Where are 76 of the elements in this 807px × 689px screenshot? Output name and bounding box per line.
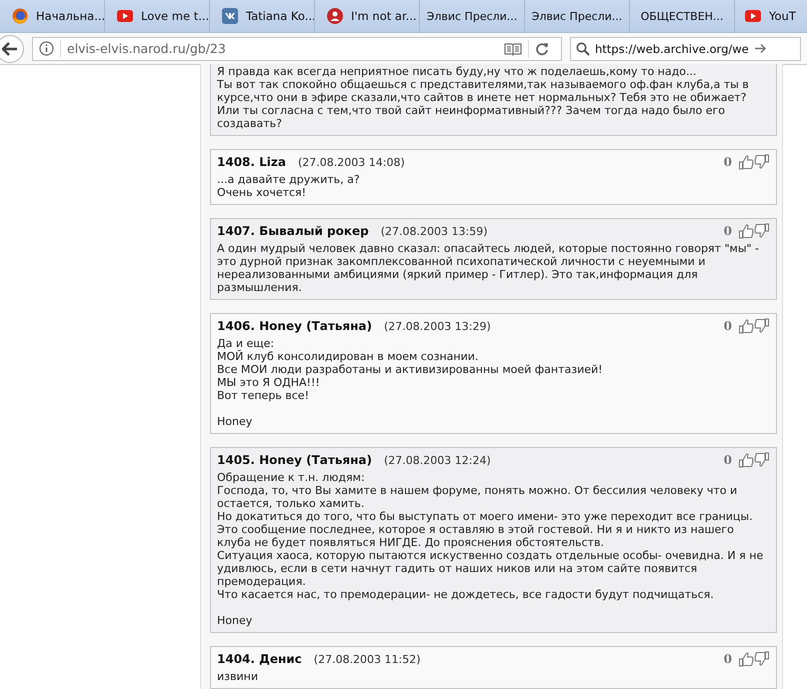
- comment-text: это дурной признак закомплексованной психопатической личности с неуемными и: [217, 255, 706, 268]
- thumbs-down-icon[interactable]: [754, 154, 770, 170]
- play-icon: [745, 10, 761, 22]
- comment-date: (27.08.2003 12:24): [384, 454, 491, 466]
- comment-date: (27.08.2003 13:59): [380, 224, 488, 238]
- comment-text: создавать?: [217, 117, 283, 130]
- browser-tab[interactable]: Элвис Пресли...: [420, 0, 525, 32]
- comment-text: остается, только хамить.: [217, 497, 366, 510]
- comment-text: Это сообщение последнее, которое я оставляю в этой гостевой. Ни я и никто из нашего: [217, 523, 735, 536]
- comment-text: извини: [217, 670, 259, 683]
- comment-author: 1407. Бывалый рокер: [217, 224, 369, 238]
- comment-text: удивлюсь, если в сети начнут гадить от наших ников или на этом сайте появится: [217, 562, 698, 575]
- comment-text: А один мудрый человек давно сказал: опасайтесь людей, которые постоянно говорят "мы" -: [217, 242, 760, 255]
- comment-text: клуба не будет появляться НИГДЕ. До прояснения обстоятельств.: [217, 536, 605, 549]
- signature-text: Honey: [217, 415, 254, 428]
- comment-text: Ты вот так спокойно общаешься с представителями,так называемого оф.фан клуба,а ты в: [217, 78, 750, 91]
- avatar-icon: [327, 8, 343, 24]
- rating-count: 0: [724, 156, 732, 168]
- address-bar[interactable]: elvis-elvis.narod.ru/gb/23: [32, 36, 562, 60]
- thumbs-down-icon[interactable]: [754, 223, 770, 239]
- comment-author: 1405. Honey (Татьяна): [217, 454, 372, 466]
- thumbs-down-icon[interactable]: [754, 318, 770, 334]
- thumbs-up-icon[interactable]: [738, 651, 754, 667]
- thumbs-down-icon[interactable]: [754, 651, 770, 667]
- back-button[interactable]: [0, 34, 24, 62]
- rating-count: 0: [724, 652, 732, 666]
- reader-view-icon[interactable]: [504, 42, 522, 56]
- browser-tab[interactable]: ОБЩЕСТВЕН...: [630, 0, 735, 32]
- rating-count: 0: [724, 320, 732, 332]
- address-text: elvis-elvis.narod.ru/gb/23: [67, 41, 227, 56]
- comment-text: размышления.: [217, 281, 303, 294]
- thumbs-up-icon[interactable]: [738, 223, 754, 239]
- browser-tab[interactable]: Элвис Пресли...: [525, 0, 630, 32]
- thumbs-up-icon[interactable]: [738, 318, 754, 334]
- comment-text: Или ты согласна с тем,что твой сайт неинформативный??? Зачем тогда надо было его: [217, 104, 726, 117]
- comment-text: Все МОИ люди разработаны и активизированны моей фантазией!: [217, 363, 604, 376]
- browser-tab[interactable]: Love me t...: [105, 0, 210, 32]
- vk-icon: [222, 8, 238, 24]
- comment-date: (27.08.2003 14:08): [298, 156, 405, 168]
- comment-text: Господа, то, что Вы хамите в нашем форуме, понять можно. От бессилия человеку что и: [217, 484, 738, 497]
- browser-logo-icon: [12, 8, 28, 24]
- comment-text: ...а давайте дружить, а?: [217, 173, 361, 186]
- comment-text: Очень хочется!: [217, 186, 308, 199]
- comment-text: курсе,что они в эфире сказали,что сайтов в инете нет нормальных? Тебя это не обижает?: [217, 91, 748, 104]
- comment-text: Вот теперь все!: [217, 389, 310, 402]
- comment-author: 1404. Денис: [217, 652, 302, 666]
- signature-text: Honey: [217, 614, 254, 627]
- go-arrow-icon[interactable]: [754, 43, 767, 54]
- search-icon: [576, 42, 590, 56]
- comment-text: МОЙ клуб консолидирован в моем сознании.: [217, 350, 480, 363]
- comment-text: премодерация.: [217, 575, 307, 588]
- back-arrow-icon: [2, 42, 18, 56]
- comment-text: Я правда как всегда неприятное писать буду,ну что ж поделаешь,кому то надо...: [217, 65, 698, 78]
- comment-text: нереализованными амбициями (яркий пример - Гитлер). Это так,информация для: [217, 268, 699, 281]
- comment-text: Да и еще:: [217, 337, 276, 350]
- search-field[interactable]: https://web.archive.org/we: [570, 36, 801, 60]
- thumbs-up-icon[interactable]: [738, 154, 754, 170]
- comment-text: Что касается нас, то премодерации- не дождетесь, все гадости будут подчищаться.: [217, 588, 715, 601]
- comment-text: Ситуация хаоса, которую пытаются искуственно создать отдельные особы- очевидна. И я не: [217, 549, 764, 562]
- reload-icon[interactable]: [535, 42, 549, 56]
- thumbs-up-icon[interactable]: [738, 452, 754, 468]
- comment-text: МЫ это Я ОДНА!!!: [217, 376, 321, 389]
- comment-text: Обращение к т.н. людям:: [217, 471, 366, 484]
- browser-tab[interactable]: I'm not ar...: [315, 0, 420, 32]
- info-icon[interactable]: [39, 41, 54, 56]
- play-icon: [117, 10, 133, 22]
- comment-author: 1408. Liza: [217, 156, 286, 168]
- browser-tab[interactable]: YouT: [735, 0, 807, 32]
- comment-author: 1406. Honey (Татьяна): [217, 320, 372, 332]
- rating-count: 0: [724, 454, 732, 466]
- browser-tab[interactable]: Начальна...: [0, 0, 105, 32]
- comment-date: (27.08.2003 11:52): [314, 652, 421, 666]
- rating-count: 0: [724, 224, 732, 238]
- comment-date: (27.08.2003 13:29): [384, 320, 491, 332]
- comment-text: Но докатиться до того, что бы выступать от моего имени- это уже переходит все границы.: [217, 510, 754, 523]
- thumbs-down-icon[interactable]: [754, 452, 770, 468]
